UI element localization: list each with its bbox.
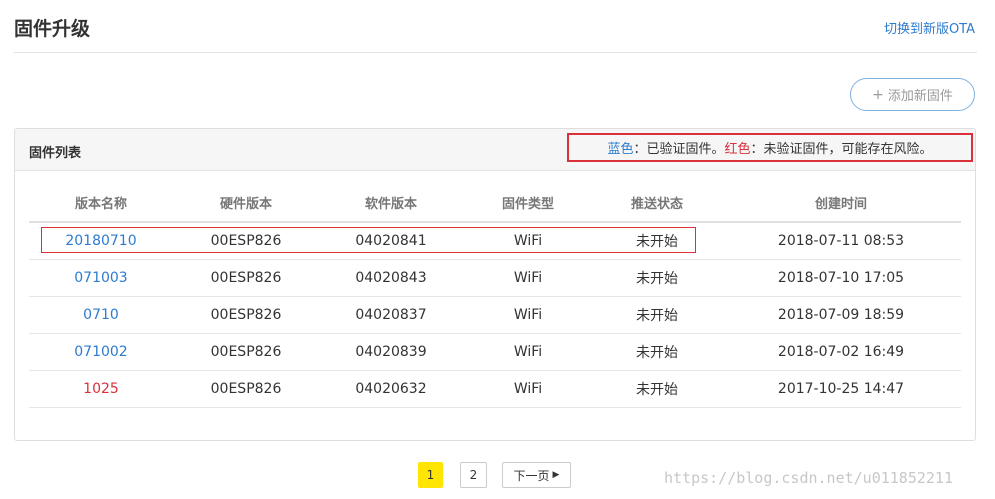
add-firmware-button[interactable]: + 添加新固件 <box>850 78 975 111</box>
hardware-version-cell: 00ESP826 <box>173 296 319 334</box>
firmware-type-cell: WiFi <box>463 222 593 260</box>
table-row: 0710 00ESP826 04020837 WiFi 未开始 2018-07-… <box>29 296 961 334</box>
table-row: 1025 00ESP826 04020632 WiFi 未开始 2017-10-… <box>29 370 961 408</box>
software-version-cell: 04020837 <box>319 296 463 334</box>
column-header-software-version: 软件版本 <box>319 183 463 223</box>
push-status-cell: 未开始 <box>593 333 721 371</box>
created-time-cell: 2018-07-10 17:05 <box>721 259 961 297</box>
firmware-name-link[interactable]: 071003 <box>29 259 173 297</box>
created-time-cell: 2018-07-09 18:59 <box>721 296 961 334</box>
push-status-cell: 未开始 <box>593 222 721 260</box>
hardware-version-cell: 00ESP826 <box>173 222 319 260</box>
table-row: 20180710 00ESP826 04020841 WiFi 未开始 2018… <box>29 222 961 260</box>
table-row: 071003 00ESP826 04020843 WiFi 未开始 2018-0… <box>29 259 961 297</box>
firmware-name-link[interactable]: 20180710 <box>29 222 173 260</box>
legend-red-desc: ：未验证固件，可能存在风险。 <box>750 142 933 157</box>
column-header-hardware-version: 硬件版本 <box>173 183 319 223</box>
software-version-cell: 04020843 <box>319 259 463 297</box>
legend-red-label: 红色 <box>724 142 751 157</box>
next-page-label: 下一页 <box>513 468 550 483</box>
firmware-name-link[interactable]: 1025 <box>29 370 173 408</box>
legend-blue-desc: ：已验证固件。 <box>633 142 725 157</box>
table-header-row: 版本名称 硬件版本 软件版本 固件类型 推送状态 创建时间 <box>29 183 961 223</box>
created-time-cell: 2017-10-25 14:47 <box>721 370 961 408</box>
table-row: 071002 00ESP826 04020839 WiFi 未开始 2018-0… <box>29 333 961 371</box>
firmware-type-cell: WiFi <box>463 333 593 371</box>
page-button-2[interactable]: 2 <box>460 462 487 488</box>
page-button-1[interactable]: 1 <box>418 462 443 488</box>
firmware-type-cell: WiFi <box>463 296 593 334</box>
triangle-right-icon: ▶ <box>552 470 560 480</box>
column-header-version-name: 版本名称 <box>29 183 173 223</box>
column-header-push-status: 推送状态 <box>593 183 721 223</box>
plus-icon: + <box>872 86 884 103</box>
watermark: https://blog.csdn.net/u011852211 <box>664 469 953 487</box>
firmware-type-cell: WiFi <box>463 370 593 408</box>
software-version-cell: 04020632 <box>319 370 463 408</box>
created-time-cell: 2018-07-11 08:53 <box>721 222 961 260</box>
hardware-version-cell: 00ESP826 <box>173 259 319 297</box>
next-page-button[interactable]: 下一页 ▶ <box>502 462 571 488</box>
column-header-firmware-type: 固件类型 <box>463 183 593 223</box>
panel-header: 固件列表 蓝色 ：已验证固件。 红色 ：未验证固件，可能存在风险。 <box>15 129 975 171</box>
push-status-cell: 未开始 <box>593 370 721 408</box>
push-status-cell: 未开始 <box>593 259 721 297</box>
column-header-created-time: 创建时间 <box>721 183 961 223</box>
firmware-name-link[interactable]: 071002 <box>29 333 173 371</box>
switch-ota-link[interactable]: 切换到新版OTA <box>884 18 975 37</box>
panel-title: 固件列表 <box>29 146 82 161</box>
hardware-version-cell: 00ESP826 <box>173 333 319 371</box>
firmware-type-cell: WiFi <box>463 259 593 297</box>
firmware-name-link[interactable]: 0710 <box>29 296 173 334</box>
color-legend: 蓝色 ：已验证固件。 红色 ：未验证固件，可能存在风险。 <box>567 133 973 162</box>
hardware-version-cell: 00ESP826 <box>173 370 319 408</box>
firmware-list-panel: 固件列表 蓝色 ：已验证固件。 红色 ：未验证固件，可能存在风险。 版本名称 硬… <box>14 128 976 441</box>
push-status-cell: 未开始 <box>593 296 721 334</box>
legend-blue-label: 蓝色 <box>607 142 634 157</box>
page-title: 固件升级 <box>14 18 91 40</box>
created-time-cell: 2018-07-02 16:49 <box>721 333 961 371</box>
add-firmware-label: 添加新固件 <box>887 89 953 104</box>
firmware-table: 版本名称 硬件版本 软件版本 固件类型 推送状态 创建时间 20180710 0… <box>29 183 961 408</box>
software-version-cell: 04020841 <box>319 222 463 260</box>
title-divider <box>14 52 977 53</box>
software-version-cell: 04020839 <box>319 333 463 371</box>
